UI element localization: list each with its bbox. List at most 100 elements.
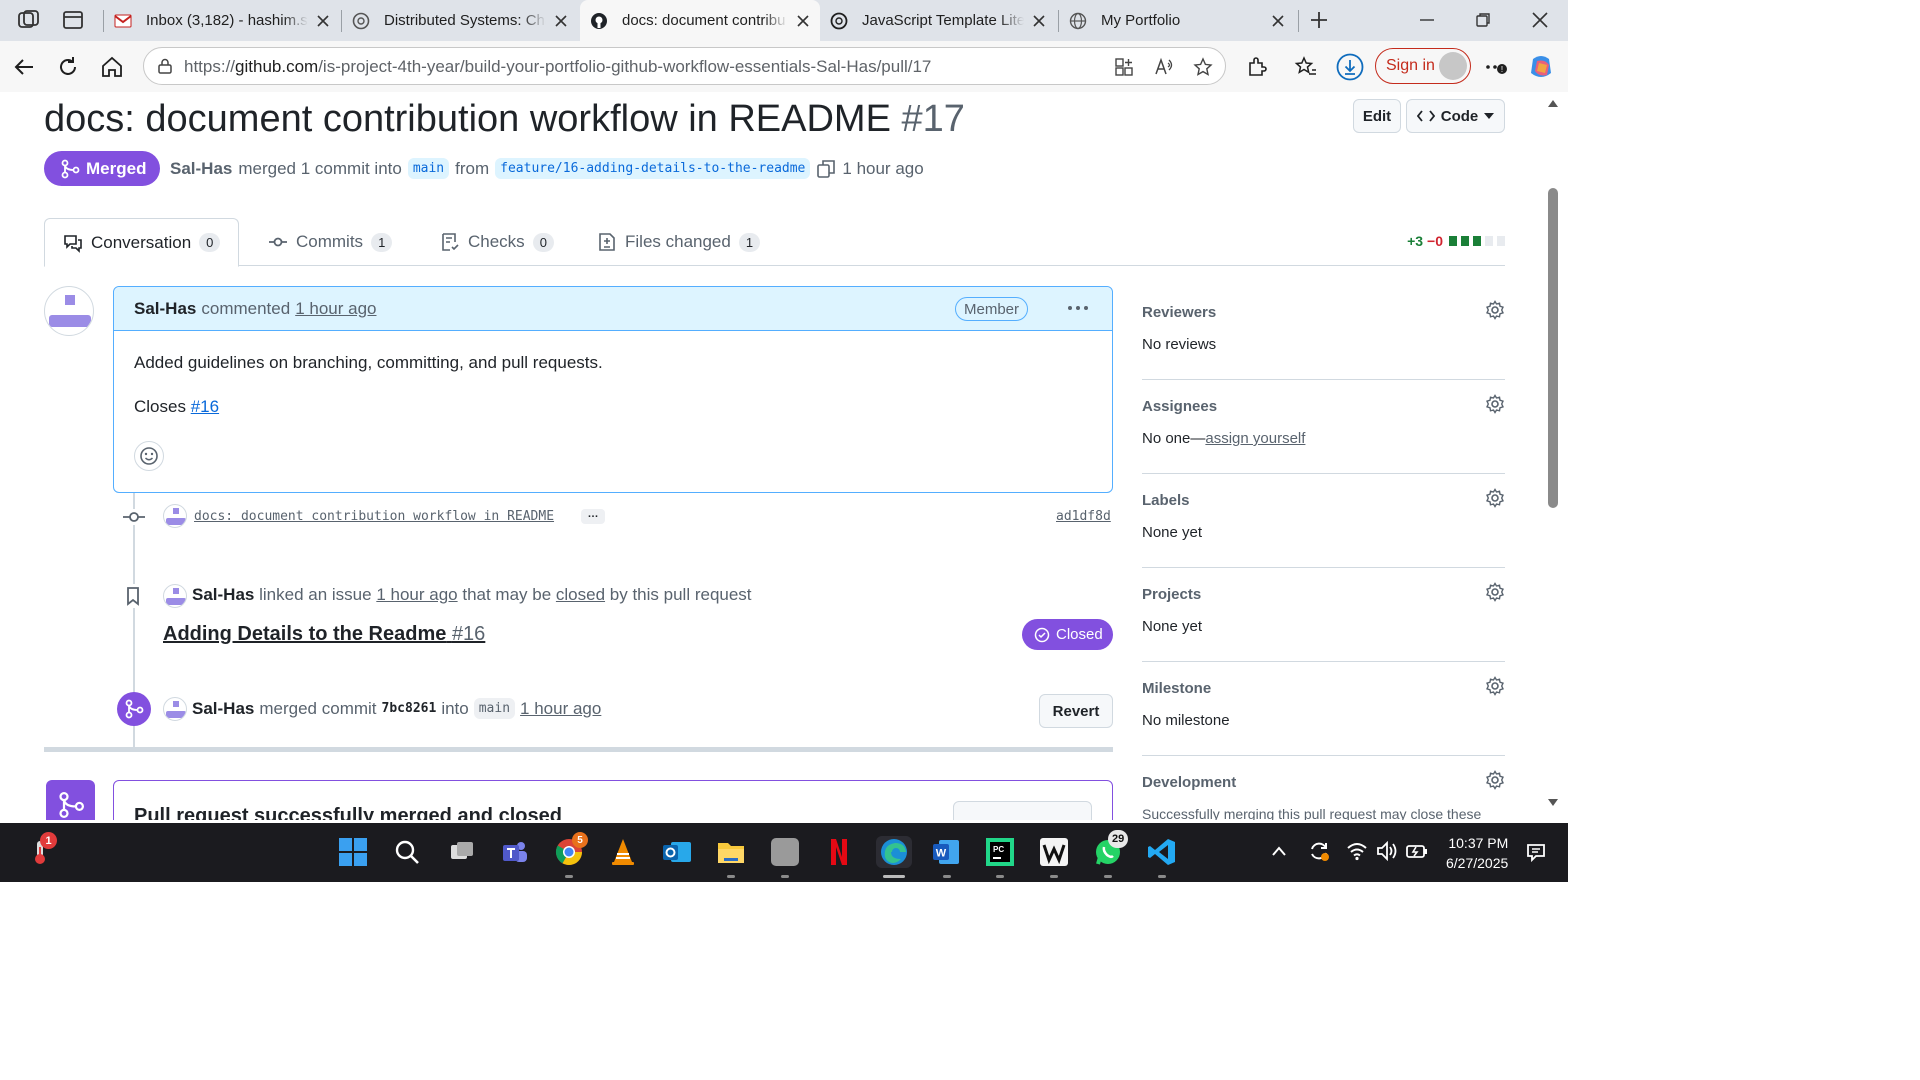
app-available-icon[interactable] (1114, 57, 1134, 77)
search-button[interactable] (391, 836, 423, 868)
scroll-down-icon[interactable] (1547, 798, 1559, 808)
close-icon[interactable] (796, 14, 810, 28)
start-button[interactable] (337, 836, 369, 868)
close-icon[interactable] (1032, 14, 1046, 28)
vscode-app[interactable] (1146, 836, 1178, 868)
copy-icon[interactable] (816, 159, 836, 179)
gear-icon[interactable] (1485, 394, 1505, 414)
delete-branch-button[interactable] (953, 801, 1092, 820)
file-explorer-app[interactable] (715, 836, 747, 868)
gear-icon[interactable] (1485, 300, 1505, 320)
writing-app[interactable] (1038, 836, 1070, 868)
restore-icon[interactable] (1474, 11, 1492, 29)
chrome-badge: 5 (572, 832, 588, 848)
url-text[interactable]: https://github.com/is-project-4th-year/b… (184, 57, 931, 77)
comment-timestamp[interactable]: 1 hour ago (295, 299, 376, 319)
scroll-up-icon[interactable] (1547, 98, 1559, 108)
chatgpt-icon (352, 12, 370, 29)
event-timestamp[interactable]: 1 hour ago (376, 585, 457, 604)
word-app[interactable]: W (930, 836, 962, 868)
site-info-icon[interactable] (156, 57, 174, 75)
kebab-horizontal-icon[interactable] (1066, 298, 1090, 318)
url-bar[interactable]: https://github.com/is-project-4th-year/b… (143, 47, 1226, 85)
tab-commits[interactable]: Commits 1 (268, 218, 393, 266)
pr-author-link[interactable]: Sal-Has (170, 159, 232, 179)
linked-issue-link[interactable]: Adding Details to the Readme #16 (163, 623, 485, 646)
gear-icon[interactable] (1485, 582, 1505, 602)
sign-in-button[interactable]: Sign in (1375, 48, 1471, 84)
add-reaction-button[interactable] (134, 441, 164, 471)
workspaces-icon[interactable] (16, 8, 42, 32)
vlc-app[interactable] (607, 836, 639, 868)
revert-button[interactable]: Revert (1039, 694, 1113, 728)
head-branch[interactable]: feature/16-adding-details-to-the-readme (495, 158, 811, 179)
netflix-app[interactable] (823, 836, 855, 868)
teams-app[interactable] (499, 836, 531, 868)
close-window-icon[interactable] (1531, 11, 1549, 29)
merge-commit-sha[interactable]: 7bc8261 (382, 701, 437, 716)
tab-files-changed[interactable]: Files changed 1 (597, 218, 761, 266)
member-badge: Member (954, 297, 1028, 321)
tab-javascript-template[interactable]: JavaScript Template Litera (820, 0, 1056, 41)
notifications-icon[interactable] (1525, 841, 1547, 863)
event-author[interactable]: Sal-Has (192, 699, 254, 719)
avatar[interactable] (163, 504, 187, 528)
closed-keyword-link[interactable]: closed (556, 585, 605, 604)
wifi-icon[interactable] (1346, 841, 1368, 861)
expand-commit-button[interactable]: … (581, 509, 605, 524)
favorites-icon[interactable] (1294, 55, 1318, 79)
outlook-app[interactable] (661, 836, 693, 868)
sync-icon[interactable] (1307, 839, 1331, 863)
tab-my-portfolio[interactable]: My Portfolio (1059, 0, 1295, 41)
avatar[interactable] (163, 697, 187, 721)
settings-more-icon[interactable]: ! (1484, 55, 1508, 79)
event-timestamp[interactable]: 1 hour ago (520, 699, 601, 719)
home-icon[interactable] (100, 55, 124, 79)
weather-widget[interactable]: 1 (24, 832, 57, 868)
refresh-icon[interactable] (56, 55, 80, 79)
gear-icon[interactable] (1485, 770, 1505, 790)
base-branch[interactable]: main (407, 158, 450, 179)
tab-conversation[interactable]: Conversation 0 (44, 218, 240, 267)
commit-message-link[interactable]: docs: document contribution workflow in … (194, 509, 554, 524)
extensions-icon[interactable] (1245, 55, 1269, 79)
chrome-app[interactable]: 5 (553, 832, 588, 868)
base-branch[interactable]: main (473, 698, 516, 719)
favorite-star-icon[interactable] (1193, 57, 1213, 77)
close-icon[interactable] (1271, 14, 1285, 28)
copilot-icon[interactable] (1527, 53, 1555, 81)
avatar[interactable] (44, 286, 94, 336)
close-icon[interactable] (554, 14, 568, 28)
assign-yourself-link[interactable]: assign yourself (1205, 430, 1305, 447)
scrollbar-thumb[interactable] (1548, 188, 1558, 508)
task-view-button[interactable] (446, 836, 478, 868)
pycharm-app[interactable]: PC (984, 836, 1016, 868)
gear-icon[interactable] (1485, 488, 1505, 508)
battery-charging-icon[interactable] (1405, 841, 1429, 861)
volume-icon[interactable] (1376, 841, 1398, 861)
new-tab-icon[interactable] (1310, 11, 1328, 29)
blank-app[interactable] (769, 836, 801, 868)
tab-github-pr[interactable]: docs: document contribu (580, 0, 820, 41)
issue-link[interactable]: #16 (191, 397, 219, 416)
read-aloud-icon[interactable] (1154, 57, 1174, 77)
event-author[interactable]: Sal-Has (192, 585, 254, 604)
vertical-tabs-icon[interactable] (60, 8, 86, 32)
minimize-icon[interactable] (1418, 11, 1436, 29)
gear-icon[interactable] (1485, 676, 1505, 696)
back-icon[interactable] (12, 55, 36, 79)
whatsapp-app[interactable]: 29 (1092, 830, 1129, 868)
commit-sha-link[interactable]: ad1df8d (1056, 509, 1111, 524)
comment-author[interactable]: Sal-Has (134, 299, 196, 319)
code-button[interactable]: Code (1406, 99, 1505, 133)
chevron-up-icon[interactable] (1271, 844, 1287, 858)
downloads-icon[interactable] (1336, 53, 1364, 81)
tab-distributed-systems[interactable]: Distributed Systems: Char (342, 0, 578, 41)
tab-gmail[interactable]: Inbox (3,182) - hashim.sal (104, 0, 340, 41)
close-icon[interactable] (316, 14, 330, 28)
avatar[interactable] (163, 584, 187, 608)
system-clock[interactable]: 10:37 PM 6/27/2025 (1446, 833, 1508, 873)
edge-app[interactable] (876, 836, 912, 868)
edit-button[interactable]: Edit (1353, 99, 1401, 133)
tab-checks[interactable]: Checks 0 (440, 218, 554, 266)
